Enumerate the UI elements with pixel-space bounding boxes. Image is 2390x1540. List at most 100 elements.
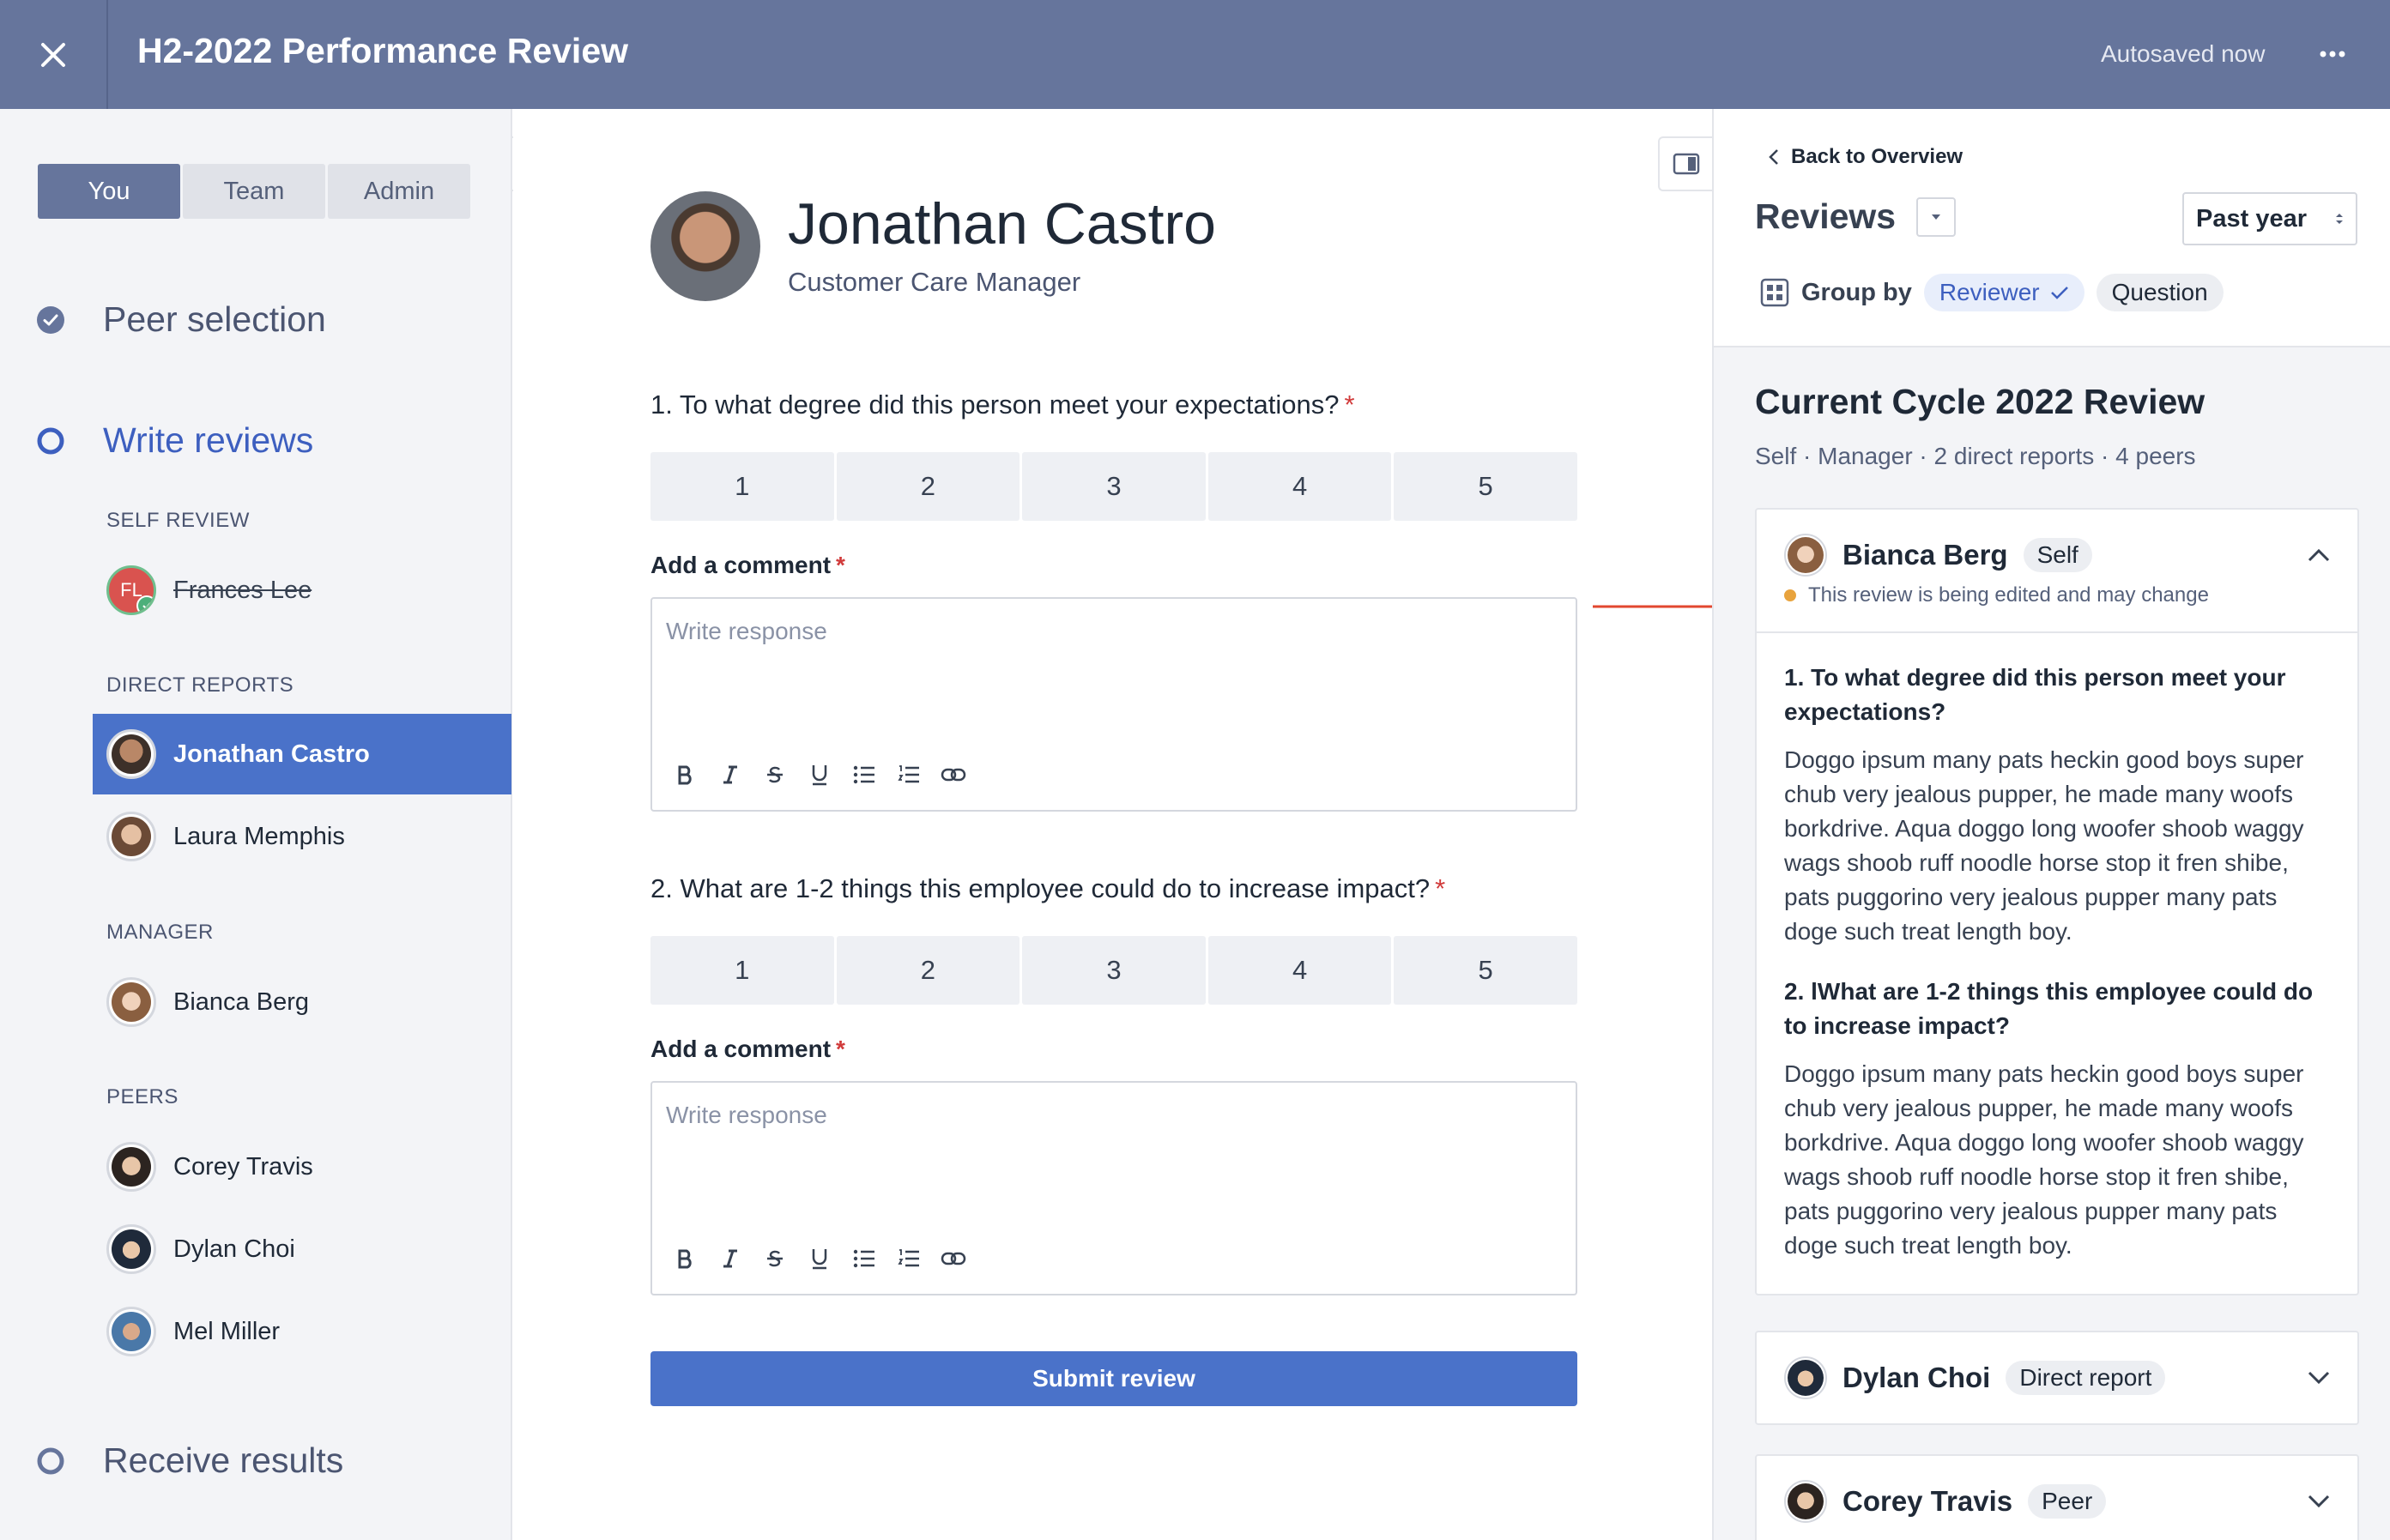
reviews-panel-header: Back to Overview Reviews Past year Group…	[1714, 109, 2390, 347]
review-card-dylan-choi[interactable]: Dylan Choi Direct report	[1755, 1331, 2359, 1425]
reviews-title-text: Reviews	[1755, 196, 1897, 236]
reviewee-corey-travis[interactable]: Corey Travis	[93, 1126, 511, 1207]
rating-option-5[interactable]: 5	[1394, 936, 1577, 1005]
reviewee-name: Jonathan Castro	[788, 191, 1216, 257]
person-name: Corey Travis	[173, 1152, 313, 1181]
review-content: 1. To what degree did this person meet y…	[1757, 631, 2357, 1294]
review-question: 2. lWhat are 1-2 things this employee co…	[1784, 978, 2314, 1039]
person-name: Frances Lee	[173, 576, 312, 604]
chevron-down-icon[interactable]	[2308, 1371, 2330, 1385]
review-form: Jonathan Castro Customer Care Manager 1.…	[513, 109, 1712, 1540]
required-mark: *	[836, 552, 845, 578]
step-label: Peer selection	[103, 299, 326, 339]
group-by-reviewer-chip[interactable]: Reviewer	[1923, 274, 2084, 311]
submit-review-button[interactable]: Submit review	[650, 1351, 1577, 1406]
reviewee-dylan-choi[interactable]: Dylan Choi	[93, 1209, 511, 1289]
reviews-dropdown-button[interactable]	[1916, 196, 1957, 237]
review-card-header: Dylan Choi Direct report	[1757, 1332, 2357, 1423]
numbered-list-icon[interactable]	[896, 762, 922, 788]
reviewee-mel-miller[interactable]: Mel Miller	[93, 1291, 511, 1372]
rating-option-4[interactable]: 4	[1207, 936, 1392, 1005]
rating-option-1[interactable]: 1	[650, 936, 834, 1005]
numbered-list-icon[interactable]	[896, 1246, 922, 1271]
reviewee-bianca-berg[interactable]: Bianca Berg	[93, 962, 511, 1042]
question-1-title: 1. To what degree did this person meet y…	[650, 390, 1355, 420]
bold-icon[interactable]	[673, 1246, 699, 1271]
reviews-panel: Back to Overview Reviews Past year Group…	[1712, 109, 2390, 1540]
rating-option-2[interactable]: 2	[836, 936, 1020, 1005]
rating-option-1[interactable]: 1	[650, 452, 834, 521]
formatting-toolbar	[673, 762, 966, 788]
close-button[interactable]	[0, 0, 108, 109]
page-title: H2-2022 Performance Review	[137, 31, 629, 70]
reviewee-laura-memphis[interactable]: Laura Memphis	[93, 796, 511, 877]
toggle-panel-button[interactable]	[1658, 136, 1713, 191]
comment-editor-q2[interactable]: Write response	[650, 1081, 1577, 1295]
bullet-list-icon[interactable]	[851, 762, 877, 788]
section-direct-reports: DIRECT REPORTS	[106, 673, 294, 697]
avatar	[1784, 1356, 1827, 1399]
review-card-header[interactable]: Bianca Berg Self	[1757, 510, 2357, 577]
section-self-review: SELF REVIEW	[106, 509, 250, 532]
period-select[interactable]: Past year	[2182, 192, 2357, 245]
review-card-corey-travis[interactable]: Corey Travis Peer	[1755, 1454, 2359, 1540]
step-label: Receive results	[103, 1440, 344, 1480]
bold-icon[interactable]	[673, 762, 699, 788]
comment-label-q1: Add a comment *	[650, 552, 845, 579]
comment-editor-q1[interactable]: Write response	[650, 597, 1577, 812]
chevron-down-icon[interactable]	[2308, 1495, 2330, 1508]
person-name: Mel Miller	[173, 1317, 281, 1345]
strikethrough-icon[interactable]	[762, 1246, 788, 1271]
status-dot-icon	[1784, 589, 1796, 601]
comment-label-q2: Add a comment *	[650, 1036, 845, 1063]
rating-option-4[interactable]: 4	[1207, 452, 1392, 521]
rating-option-3[interactable]: 3	[1022, 452, 1206, 521]
italic-icon[interactable]	[717, 1246, 743, 1271]
underline-icon[interactable]	[807, 1246, 832, 1271]
rating-scale-q2: 1 2 3 4 5	[650, 936, 1577, 1005]
period-value: Past year	[2196, 204, 2307, 233]
section-manager: MANAGER	[106, 921, 214, 944]
question-text: 2. What are 1-2 things this employee cou…	[650, 873, 1431, 903]
close-icon	[41, 42, 65, 67]
step-receive-results[interactable]: Receive results	[36, 1440, 343, 1481]
strikethrough-icon[interactable]	[762, 762, 788, 788]
link-icon[interactable]	[941, 762, 966, 788]
editing-status: This review is being edited and may chan…	[1757, 583, 2357, 607]
chevron-up-icon[interactable]	[2308, 548, 2330, 562]
review-answer: Doggo ipsum many pats heckin good boys s…	[1784, 1060, 2304, 1259]
link-icon[interactable]	[941, 1246, 966, 1271]
step-peer-selection[interactable]: Peer selection	[36, 299, 326, 340]
tab-you[interactable]: You	[38, 164, 180, 219]
more-options-button[interactable]	[2317, 33, 2348, 75]
italic-icon[interactable]	[717, 762, 743, 788]
tab-admin[interactable]: Admin	[328, 164, 470, 219]
review-answer: Doggo ipsum many pats heckin good boys s…	[1784, 746, 2304, 945]
group-by-controls: Group by Reviewer Question	[1760, 274, 2224, 311]
back-to-overview-link[interactable]: Back to Overview	[1769, 145, 1963, 169]
role-switcher: You Team Admin	[38, 164, 470, 219]
tab-team[interactable]: Team	[183, 164, 325, 219]
rating-option-5[interactable]: 5	[1394, 452, 1577, 521]
reviewee-frances-lee[interactable]: FL Frances Lee	[93, 550, 511, 631]
reviews-heading: Reviews	[1755, 196, 1957, 237]
step-write-reviews[interactable]: Write reviews	[36, 420, 313, 461]
avatar	[106, 977, 156, 1027]
required-mark: *	[836, 1036, 845, 1062]
person-name: Jonathan Castro	[173, 740, 370, 768]
reviewer-type-tag: Self	[2023, 538, 2092, 572]
underline-icon[interactable]	[807, 762, 832, 788]
reviewer-type-tag: Direct report	[2006, 1361, 2166, 1395]
step-label: Write reviews	[103, 420, 314, 460]
check-icon	[136, 595, 154, 613]
avatar	[1784, 534, 1827, 577]
group-by-question-chip[interactable]: Question	[2096, 274, 2224, 311]
avatar	[106, 1142, 156, 1192]
reviewee-jonathan-castro[interactable]: Jonathan Castro	[93, 714, 511, 794]
avatar: FL	[106, 565, 156, 615]
rating-option-2[interactable]: 2	[836, 452, 1020, 521]
cycle-title: Current Cycle 2022 Review	[1755, 382, 2205, 421]
bullet-list-icon[interactable]	[851, 1246, 877, 1271]
rating-option-3[interactable]: 3	[1022, 936, 1206, 1005]
review-question: 1. To what degree did this person meet y…	[1784, 664, 2286, 725]
